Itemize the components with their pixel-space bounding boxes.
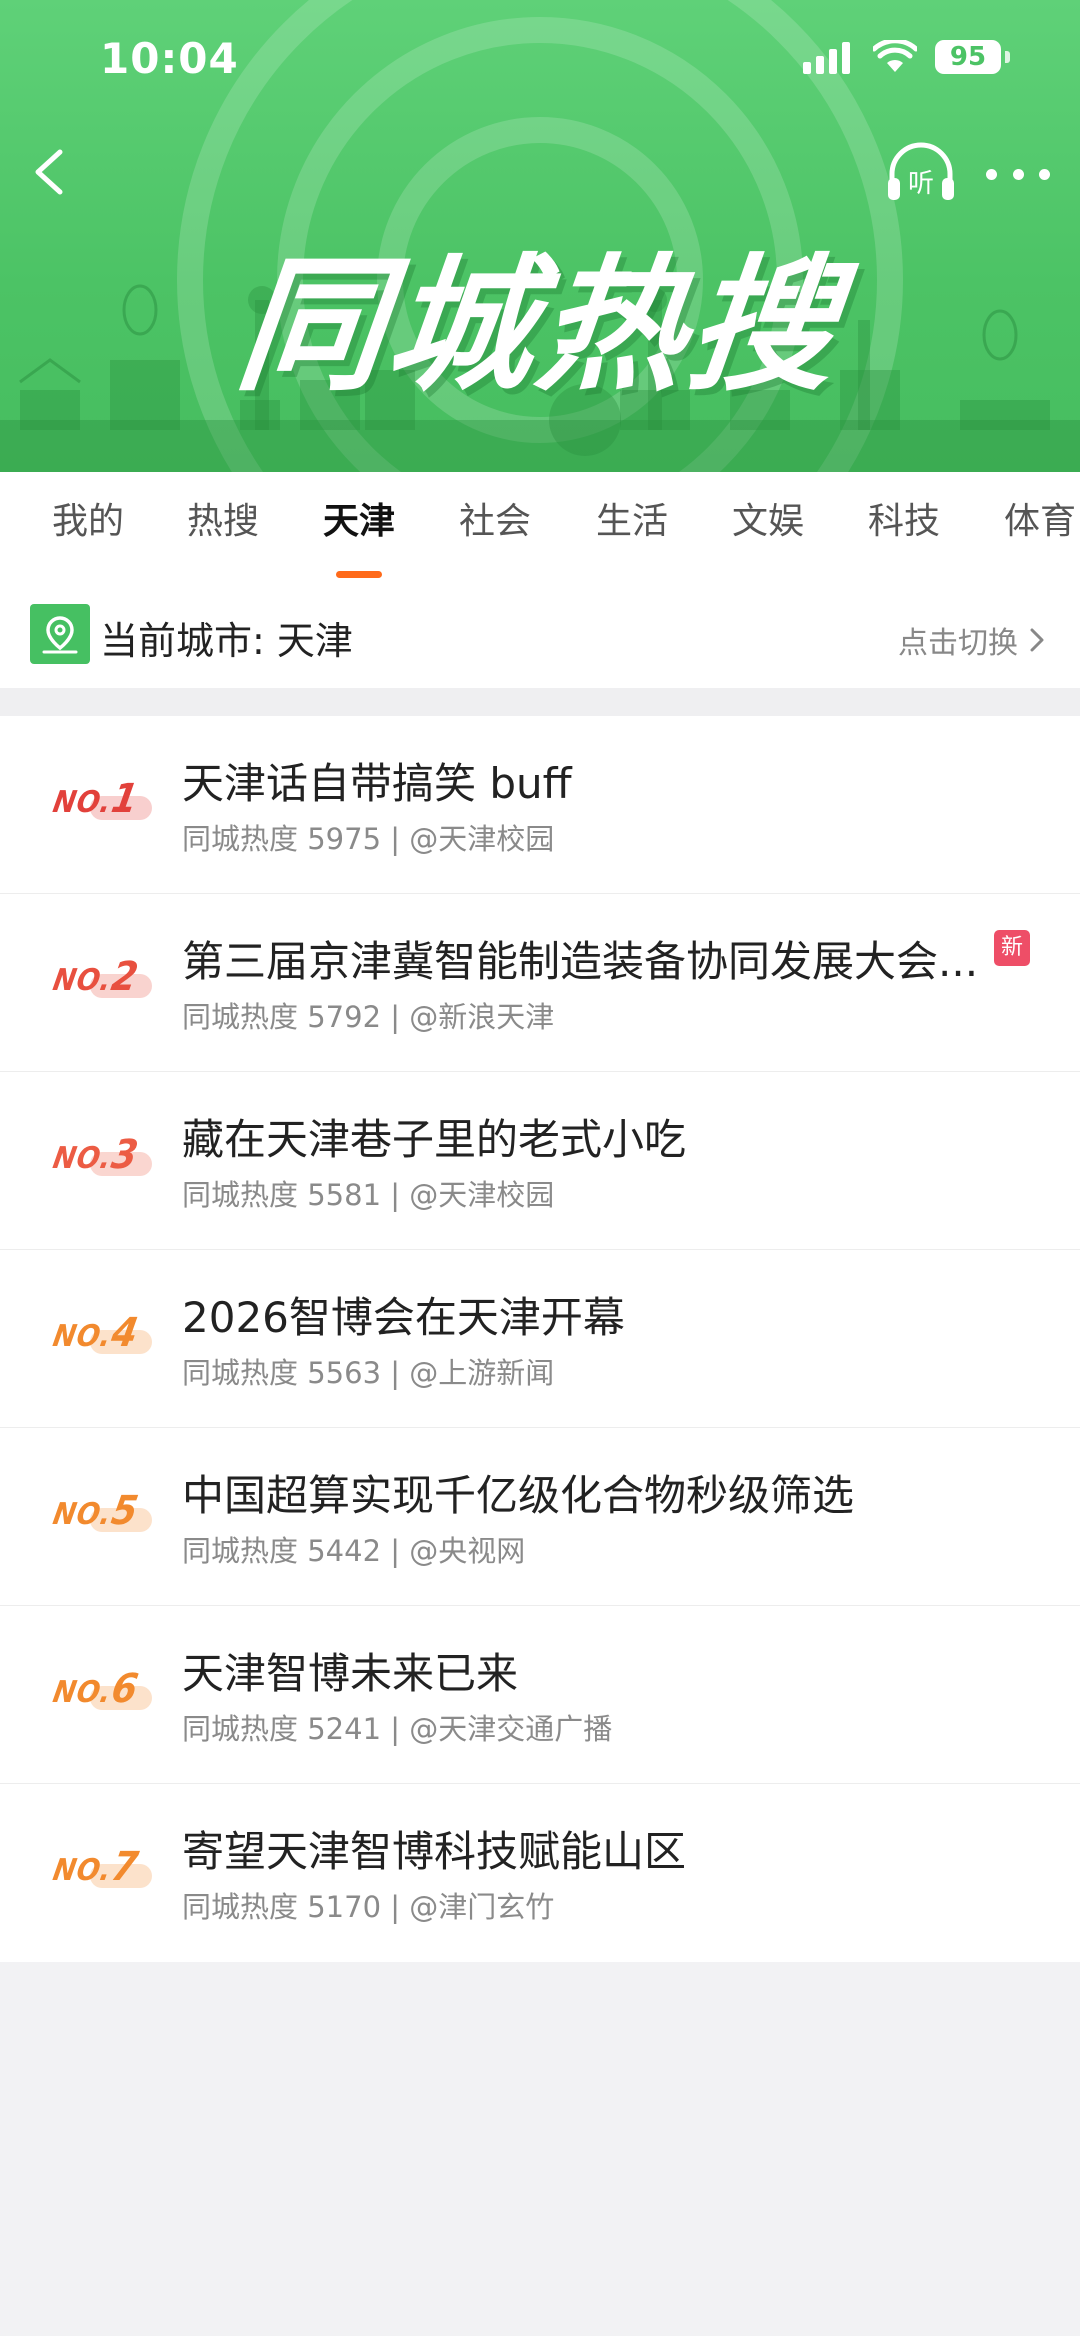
list-item[interactable]: NO.6 天津智博未来已来 同城热度 5241 | @天津交通广播 (0, 1606, 1080, 1784)
item-title: 天津话自带搞笑 buff (182, 759, 572, 808)
rank-number: NO.3 (50, 1132, 143, 1178)
cellular-signal-icon (803, 42, 850, 74)
tab-tech[interactable]: 科技 (868, 472, 940, 586)
battery-indicator: 95 (935, 40, 1001, 74)
rank-number: NO.6 (50, 1666, 143, 1712)
rank-number: NO.5 (50, 1488, 143, 1534)
item-title: 天津智博未来已来 (182, 1649, 519, 1698)
tab-mine[interactable]: 我的 (52, 472, 124, 586)
item-meta: 同城热度 5792 | @新浪天津 (182, 1000, 555, 1034)
tab-tianjin[interactable]: 天津 (323, 472, 395, 586)
tab-sports[interactable]: 体育 (1004, 472, 1076, 586)
rank-number: NO.4 (50, 1310, 143, 1356)
chevron-left-icon (35, 149, 63, 195)
list-item[interactable]: NO.4 2026智博会在天津开幕 同城热度 5563 | @上游新闻 (0, 1250, 1080, 1428)
rank-number: NO.1 (50, 776, 143, 822)
wifi-icon (873, 40, 917, 72)
tab-entertainment[interactable]: 文娱 (732, 472, 804, 586)
item-title: 2026智博会在天津开幕 (182, 1293, 625, 1342)
more-dot-icon (1039, 168, 1050, 180)
item-title: 中国超算实现千亿级化合物秒级筛选 (182, 1471, 855, 1520)
more-dot-icon (986, 168, 997, 180)
item-title: 藏在天津巷子里的老式小吃 (182, 1115, 687, 1164)
back-button[interactable] (22, 142, 82, 202)
list-item[interactable]: NO.5 中国超算实现千亿级化合物秒级筛选 同城热度 5442 | @央视网 (0, 1428, 1080, 1606)
banner-title: 同城热搜 (229, 241, 848, 411)
more-button[interactable] (986, 152, 1050, 196)
category-tabs: 我的 热搜 天津 社会 生活 文娱 科技 体育 (0, 472, 1080, 586)
location-pin-icon (30, 604, 90, 664)
item-meta: 同城热度 5442 | @央视网 (182, 1534, 526, 1568)
listen-button[interactable]: 听 (884, 140, 958, 208)
rank-number: NO.2 (50, 954, 143, 1000)
item-meta: 同城热度 5563 | @上游新闻 (182, 1356, 555, 1390)
item-title: 寄望天津智博科技赋能山区 (182, 1827, 687, 1876)
list-item[interactable]: NO.2 第三届京津冀智能制造装备协同发展大会... 新 同城热度 5792 |… (0, 894, 1080, 1072)
new-badge: 新 (994, 930, 1030, 966)
switch-city-button[interactable]: 点击切换 (898, 618, 1046, 662)
item-meta: 同城热度 5241 | @天津交通广播 (182, 1712, 613, 1746)
list-item[interactable]: NO.1 天津话自带搞笑 buff 同城热度 5975 | @天津校园 (0, 716, 1080, 894)
status-time: 10:04 (100, 34, 239, 83)
header-banner: 10:04 95 听 同城热搜 (0, 0, 1080, 472)
item-meta: 同城热度 5581 | @天津校园 (182, 1178, 555, 1212)
battery-tip (1005, 51, 1010, 63)
section-divider (0, 688, 1080, 716)
more-dot-icon (1012, 168, 1024, 180)
switch-city-label: 点击切换 (898, 626, 1018, 661)
list-item[interactable]: NO.3 藏在天津巷子里的老式小吃 同城热度 5581 | @天津校园 (0, 1072, 1080, 1250)
list-item[interactable]: NO.7 寄望天津智博科技赋能山区 同城热度 5170 | @津门玄竹 (0, 1784, 1080, 1962)
current-city-row: 当前城市: 天津 点击切换 (0, 586, 1080, 688)
current-city-label: 当前城市: 天津 (100, 619, 353, 663)
svg-text:听: 听 (908, 169, 934, 199)
headphones-listen-icon: 听 (888, 142, 954, 200)
status-icons: 95 (803, 40, 1010, 74)
tab-hot[interactable]: 热搜 (187, 472, 259, 586)
rank-number: NO.7 (50, 1844, 143, 1890)
tab-life[interactable]: 生活 (596, 472, 668, 586)
hot-search-list: NO.1 天津话自带搞笑 buff 同城热度 5975 | @天津校园 NO.2… (0, 716, 1080, 1962)
chevron-right-icon (1030, 628, 1044, 652)
item-meta: 同城热度 5975 | @天津校园 (182, 822, 555, 856)
tab-society[interactable]: 社会 (459, 472, 531, 586)
item-title: 第三届京津冀智能制造装备协同发展大会... (182, 937, 979, 986)
item-meta: 同城热度 5170 | @津门玄竹 (182, 1890, 555, 1924)
